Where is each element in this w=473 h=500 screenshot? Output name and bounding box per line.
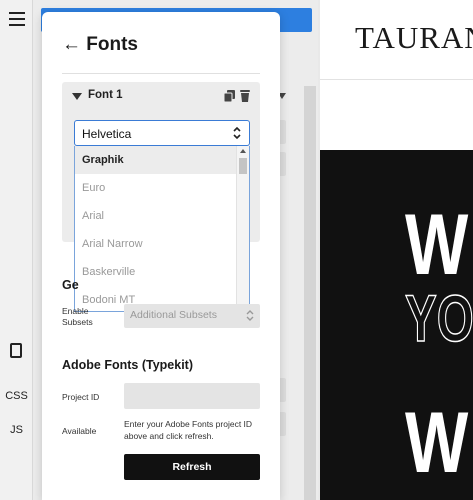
font-card-title: Font 1: [88, 89, 123, 101]
adobe-help-text: Enter your Adobe Fonts project ID above …: [124, 419, 253, 441]
trash-icon[interactable]: [240, 90, 250, 102]
subsets-placeholder: Additional Subsets: [130, 309, 217, 321]
dropdown-option[interactable]: Arial: [75, 202, 237, 230]
hamburger-menu-icon[interactable]: [9, 12, 25, 26]
scrollbar-thumb[interactable]: [239, 158, 247, 174]
dropdown-option[interactable]: Arial Narrow: [75, 230, 237, 258]
font-family-dropdown[interactable]: Graphik Euro Arial Arial Narrow Baskervi…: [74, 146, 250, 312]
preview-header: TAURAN: [320, 0, 473, 80]
scroll-up-icon[interactable]: [240, 149, 246, 153]
project-id-input[interactable]: [124, 383, 260, 409]
select-updown-icon: [246, 310, 254, 321]
mobile-device-icon[interactable]: [10, 343, 22, 358]
dropdown-option[interactable]: Baskerville: [75, 258, 237, 286]
divider: [62, 73, 260, 74]
collapse-caret-icon[interactable]: [72, 93, 82, 100]
font-family-select[interactable]: Helvetica: [74, 120, 250, 146]
font-card-header[interactable]: Font 1: [62, 82, 260, 112]
project-id-label: Project ID: [62, 392, 100, 402]
hero-line-1: W: [405, 197, 469, 293]
copy-icon[interactable]: [224, 90, 235, 102]
fonts-panel: ← Fonts Font 1 Helvetica Graphik Euro Ar…: [42, 12, 280, 500]
css-button[interactable]: CSS: [0, 390, 33, 402]
preview-hero: W YO W: [320, 150, 473, 500]
enable-subsets-label: Enable Subsets: [62, 306, 93, 327]
font-family-select-value: Helvetica: [82, 127, 132, 141]
editor-scrollbar[interactable]: [304, 86, 316, 500]
additional-subsets-select[interactable]: Additional Subsets: [124, 304, 260, 328]
adobe-fonts-heading: Adobe Fonts (Typekit): [62, 358, 194, 372]
hero-line-3: W: [405, 395, 469, 491]
dropdown-option[interactable]: Euro: [75, 174, 237, 202]
site-preview: TAURAN W YO W: [320, 0, 473, 500]
general-heading: Ge: [62, 278, 79, 292]
dropdown-option[interactable]: Graphik: [75, 146, 237, 174]
dropdown-scrollbar[interactable]: [236, 146, 249, 311]
available-label: Available: [62, 426, 97, 436]
preview-logo: TAURAN: [355, 20, 473, 55]
select-updown-icon: [233, 126, 241, 140]
refresh-button[interactable]: Refresh: [124, 454, 260, 480]
hero-line-2: YO: [404, 281, 473, 355]
panel-title-back-button[interactable]: ← Fonts: [62, 34, 138, 56]
left-rail: CSS JS: [0, 0, 33, 500]
js-button[interactable]: JS: [0, 424, 33, 436]
